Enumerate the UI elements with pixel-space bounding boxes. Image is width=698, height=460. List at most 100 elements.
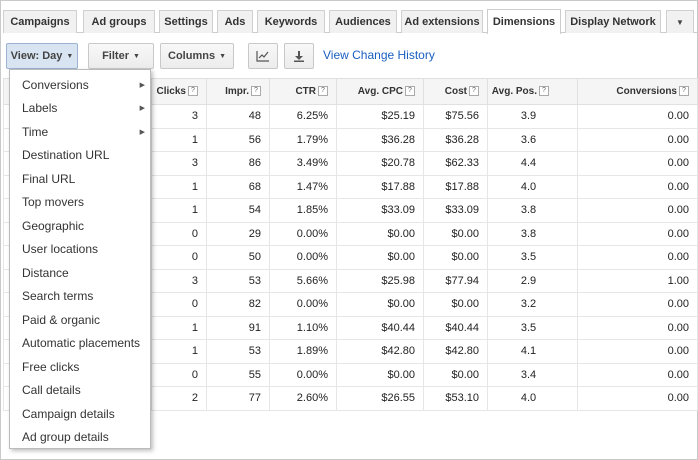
menu-item-paid-organic[interactable]: Paid & organic (10, 308, 150, 332)
table-cell: 3.8 (487, 198, 578, 223)
table-cell: $36.28 (336, 127, 424, 152)
table-cell: 2 (151, 386, 207, 411)
table-cell: 0.00 (577, 339, 698, 364)
view-label: View: Day (10, 50, 63, 62)
menu-item-distance[interactable]: Distance (10, 261, 150, 285)
help-icon[interactable]: ? (539, 86, 549, 97)
column-header-cost[interactable]: Cost? (423, 78, 488, 105)
table-cell: 4.0 (487, 386, 578, 411)
menu-item-top-movers[interactable]: Top movers (10, 191, 150, 215)
table-cell: 48 (206, 104, 270, 129)
menu-item-final-url[interactable]: Final URL (10, 167, 150, 191)
menu-item-label: User locations (22, 242, 99, 257)
table-cell: 82 (206, 292, 270, 317)
columns-label: Columns (168, 50, 216, 62)
table-cell: 0 (151, 362, 207, 387)
menu-item-time[interactable]: Time ▶ (10, 120, 150, 144)
help-icon[interactable]: ? (188, 86, 198, 97)
column-header-ctr[interactable]: CTR? (269, 78, 337, 105)
table-cell: 1.79% (269, 127, 337, 152)
table-cell: 3.8 (487, 221, 578, 246)
table-cell: $0.00 (423, 362, 488, 387)
menu-item-call-details[interactable]: Call details (10, 379, 150, 403)
table-cell: 68 (206, 174, 270, 199)
table-cell: 1.10% (269, 315, 337, 340)
table-cell: 55 (206, 362, 270, 387)
filter-button[interactable]: Filter ▼ (88, 43, 154, 69)
menu-item-search-terms[interactable]: Search terms (10, 285, 150, 309)
table-cell: 0.00% (269, 245, 337, 270)
menu-item-destination-url[interactable]: Destination URL (10, 144, 150, 168)
table-cell: 4.1 (487, 339, 578, 364)
table-cell: 77 (206, 386, 270, 411)
column-header-clicks[interactable]: Clicks? (151, 78, 207, 105)
table-cell: 91 (206, 315, 270, 340)
table-cell: 3.49% (269, 151, 337, 176)
menu-item-label: Search terms (22, 289, 94, 304)
table-cell: 56 (206, 127, 270, 152)
menu-item-campaign-details[interactable]: Campaign details (10, 402, 150, 426)
menu-item-free-clicks[interactable]: Free clicks (10, 355, 150, 379)
caret-down-icon: ▼ (66, 52, 74, 60)
table-cell: 1 (151, 174, 207, 199)
tab-ads[interactable]: Ads (217, 10, 253, 33)
menu-item-label: Paid & organic (22, 312, 101, 327)
table-cell: 0.00 (577, 198, 698, 223)
table-cell: 1 (151, 198, 207, 223)
table-cell: $33.09 (423, 198, 488, 223)
help-icon[interactable]: ? (469, 86, 479, 97)
help-icon[interactable]: ? (405, 86, 415, 97)
table-cell: 4.4 (487, 151, 578, 176)
table-cell: 0.00% (269, 362, 337, 387)
tab-ad-extensions[interactable]: Ad extensions (401, 10, 483, 33)
menu-item-automatic-placements[interactable]: Automatic placements (10, 332, 150, 356)
menu-item-user-locations[interactable]: User locations (10, 238, 150, 262)
table-cell: $17.88 (423, 174, 488, 199)
tab-keywords[interactable]: Keywords (257, 10, 325, 33)
tab-dimensions[interactable]: Dimensions (487, 9, 561, 34)
view-dropdown-button[interactable]: View: Day ▼ (6, 43, 78, 69)
column-header-avg-pos[interactable]: Avg. Pos.? (487, 78, 578, 105)
column-header-impressions[interactable]: Impr.? (206, 78, 270, 105)
menu-item-label: Automatic placements (22, 336, 141, 351)
help-icon[interactable]: ? (679, 86, 689, 97)
menu-item-geographic[interactable]: Geographic (10, 214, 150, 238)
menu-item-labels[interactable]: Labels ▶ (10, 97, 150, 121)
table-cell: $25.19 (336, 104, 424, 129)
menu-item-conversions[interactable]: Conversions ▶ (10, 73, 150, 97)
tab-ad-groups[interactable]: Ad groups (83, 10, 155, 33)
column-header-avg-cpc[interactable]: Avg. CPC? (336, 78, 424, 105)
table-cell: 1 (151, 315, 207, 340)
table-cell: 0 (151, 221, 207, 246)
table-cell: $36.28 (423, 127, 488, 152)
tab-settings[interactable]: Settings (159, 10, 213, 33)
more-tabs-button[interactable]: ▼ (666, 10, 694, 33)
table-cell: 1 (151, 127, 207, 152)
table-cell: 1 (151, 339, 207, 364)
menu-item-label: Call details (22, 383, 81, 398)
table-cell: 4.0 (487, 174, 578, 199)
menu-item-ad-group-details[interactable]: Ad group details (10, 426, 150, 450)
menu-item-label: Geographic (22, 218, 85, 233)
table-cell: 1.85% (269, 198, 337, 223)
tab-audiences[interactable]: Audiences (329, 10, 397, 33)
chart-toggle-button[interactable] (248, 43, 278, 69)
menu-item-label: Campaign details (22, 406, 115, 421)
download-button[interactable] (284, 43, 314, 69)
table-cell: $0.00 (336, 292, 424, 317)
table-cell: 3.5 (487, 245, 578, 270)
table-cell: 54 (206, 198, 270, 223)
table-cell: 0.00% (269, 292, 337, 317)
help-icon[interactable]: ? (251, 86, 261, 97)
table-cell: 53 (206, 339, 270, 364)
table-cell: 0 (151, 245, 207, 270)
table-cell: 3 (151, 104, 207, 129)
table-cell: $0.00 (336, 362, 424, 387)
columns-button[interactable]: Columns ▼ (160, 43, 234, 69)
tab-campaigns[interactable]: Campaigns (3, 10, 77, 33)
column-header-conversions[interactable]: Conversions? (577, 78, 698, 105)
help-icon[interactable]: ? (318, 86, 328, 97)
view-change-history-link[interactable]: View Change History (323, 48, 435, 62)
tab-display-network[interactable]: Display Network (565, 10, 661, 33)
table-cell: 1.00 (577, 268, 698, 293)
